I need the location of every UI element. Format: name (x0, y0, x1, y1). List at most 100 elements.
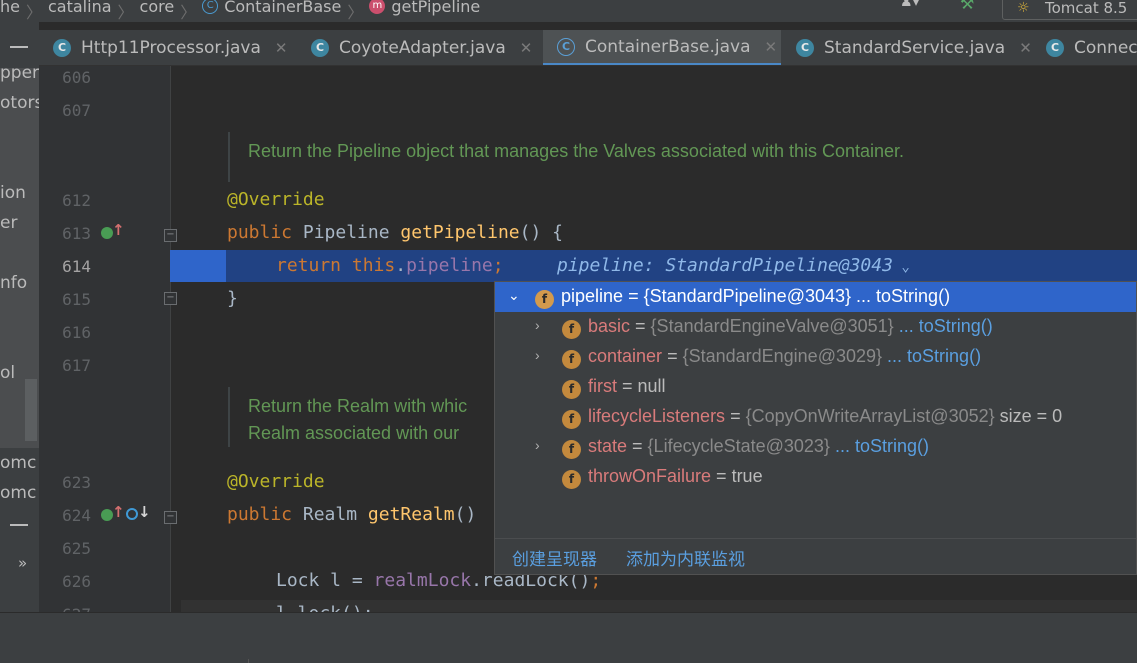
tostring-link[interactable]: ... toString() (882, 346, 981, 366)
annotation-override: @Override (227, 189, 325, 210)
field-icon: f (562, 380, 581, 399)
variable-name: first (588, 376, 617, 396)
field-icon: f (562, 440, 581, 459)
tostring-link[interactable]: ... toString() (830, 436, 929, 456)
fold-toggle-icon[interactable]: − (164, 229, 177, 242)
project-tree-item[interactable]: otors (0, 93, 39, 113)
field-icon: f (535, 290, 554, 309)
chevron-right-icon: 〉 (347, 3, 364, 22)
run-configuration-selector[interactable]: ☼ Tomcat 8.5 (1002, 0, 1137, 20)
java-class-icon: C (311, 39, 329, 57)
line-number: 627 (59, 605, 91, 612)
punctuation: ; (492, 255, 504, 276)
collapse-icon[interactable] (10, 46, 28, 48)
override-up-arrow-icon[interactable]: ↑ (112, 503, 125, 521)
close-icon[interactable]: ✕ (520, 39, 533, 57)
punctuation: . (395, 255, 407, 276)
variable-type: {CopyOnWriteArrayList@3052} (745, 406, 995, 426)
close-icon[interactable]: ✕ (1019, 39, 1032, 57)
inline-debug-text: pipeline: StandardPipeline@3043 (557, 255, 893, 276)
gutter-divider (170, 66, 171, 612)
chevron-down-icon[interactable]: ⌄ (893, 259, 909, 275)
tab-http11processor[interactable]: C Http11Processor.java ✕ (39, 30, 296, 65)
code-line-613: public Pipeline getPipeline() { (227, 222, 563, 243)
tab-containerbase[interactable]: C ContainerBase.java ✕ (543, 30, 781, 65)
variable-name: throwOnFailure (588, 466, 712, 486)
tostring-link[interactable]: ... toString() (894, 316, 993, 336)
variable-entry: lifecycleListeners = {CopyOnWriteArrayLi… (588, 406, 1062, 427)
breadcrumb-item-he[interactable]: he (0, 0, 20, 16)
type-name: Realm (302, 504, 358, 525)
code-line-623: @Override (227, 471, 325, 492)
tomcat-icon: ☼ (1017, 0, 1030, 16)
fold-toggle-icon[interactable]: − (164, 511, 177, 524)
variable-name: container (588, 346, 663, 366)
line-number: 616 (62, 323, 91, 342)
close-icon[interactable]: ✕ (765, 38, 778, 56)
field-name: pipeline (406, 255, 493, 276)
variable-entry: first = null (588, 376, 666, 397)
variable-type: {StandardEngine@3029} (682, 346, 883, 366)
project-tree-item[interactable]: ion (0, 183, 26, 203)
project-tree-item[interactable]: nfo (0, 273, 27, 293)
variable-value: true (731, 466, 763, 486)
collapse-icon[interactable] (10, 524, 28, 526)
variable-value: null (637, 376, 666, 396)
tab-connector[interactable]: C Connec (1032, 30, 1137, 65)
tab-coyoteadapter[interactable]: C CoyoteAdapter.java ✕ (297, 30, 542, 65)
equals-sign: = (630, 316, 651, 336)
create-renderer-link[interactable]: 创建呈现器 (512, 545, 597, 570)
fold-toggle-icon[interactable]: − (164, 292, 177, 305)
tab-label: Connec (1074, 38, 1137, 58)
project-tree-item[interactable]: omc (0, 453, 36, 473)
line-number: 614 (62, 257, 91, 276)
user-icon[interactable]: ♟▾ (900, 0, 940, 10)
breadcrumb-item-core[interactable]: core (140, 0, 175, 16)
tab-label: CoyoteAdapter.java (339, 38, 506, 58)
code-line-614: return this.pipeline; (276, 255, 504, 276)
project-tree-item[interactable]: omc (0, 483, 36, 503)
add-inline-watch-link[interactable]: 添加为内联监视 (626, 545, 745, 570)
scrollbar-thumb[interactable] (25, 379, 37, 441)
line-number: 625 (62, 539, 91, 558)
chevron-right-icon[interactable]: › (535, 317, 540, 333)
line-number: 626 (62, 572, 91, 591)
java-class-icon: C (1046, 39, 1064, 57)
java-class-icon: C (557, 37, 575, 56)
override-down-arrow-icon[interactable]: ↓ (138, 503, 151, 521)
line-number: 606 (62, 68, 91, 87)
breadcrumb-item-containerbase[interactable]: C ContainerBase (202, 0, 341, 16)
more-tools-icon[interactable]: » (18, 554, 27, 572)
equals-sign: = (623, 286, 644, 306)
chevron-right-icon[interactable]: › (535, 347, 540, 363)
field-icon: f (562, 350, 581, 369)
chevron-down-icon[interactable]: ⌄ (508, 287, 520, 304)
debug-value-popup[interactable]: ⌄ f pipeline = {StandardPipeline@3043} .… (494, 281, 1137, 575)
project-tree-item[interactable]: er (0, 213, 17, 233)
chevron-right-icon[interactable]: › (535, 437, 540, 453)
project-tree-item[interactable]: ol (0, 363, 15, 383)
inline-debug-value[interactable]: pipeline: StandardPipeline@3043 ⌄ (557, 255, 910, 276)
variable-entry: container = {StandardEngine@3029} ... to… (588, 346, 981, 367)
annotation-override: @Override (227, 471, 325, 492)
overridden-by-icon[interactable] (126, 508, 138, 520)
tab-label: StandardService.java (824, 38, 1006, 58)
tab-standardservice[interactable]: C StandardService.java ✕ (782, 30, 1032, 65)
close-icon[interactable]: ✕ (275, 39, 288, 57)
project-panel: pper otors ion er nfo ol omc omc » (0, 22, 39, 612)
equals-sign: = (725, 406, 746, 426)
breadcrumb-item-catalina[interactable]: catalina (48, 0, 112, 16)
keyword: public (227, 222, 293, 243)
project-tree-item[interactable]: pper (0, 63, 39, 83)
hammer-build-icon[interactable]: ⚒ (960, 0, 986, 13)
variable-name: state (588, 436, 628, 456)
code-line-627: l.lock(); (276, 603, 374, 612)
punctuation: () (454, 504, 477, 525)
tostring-link[interactable]: ... toString() (851, 286, 950, 306)
variable-entry: throwOnFailure = true (588, 466, 763, 487)
keyword: public (227, 504, 293, 525)
override-up-arrow-icon[interactable]: ↑ (112, 221, 125, 239)
breadcrumb-item-getpipeline[interactable]: m getPipeline (369, 0, 480, 16)
java-class-icon: C (796, 39, 814, 57)
field-icon: f (562, 320, 581, 339)
